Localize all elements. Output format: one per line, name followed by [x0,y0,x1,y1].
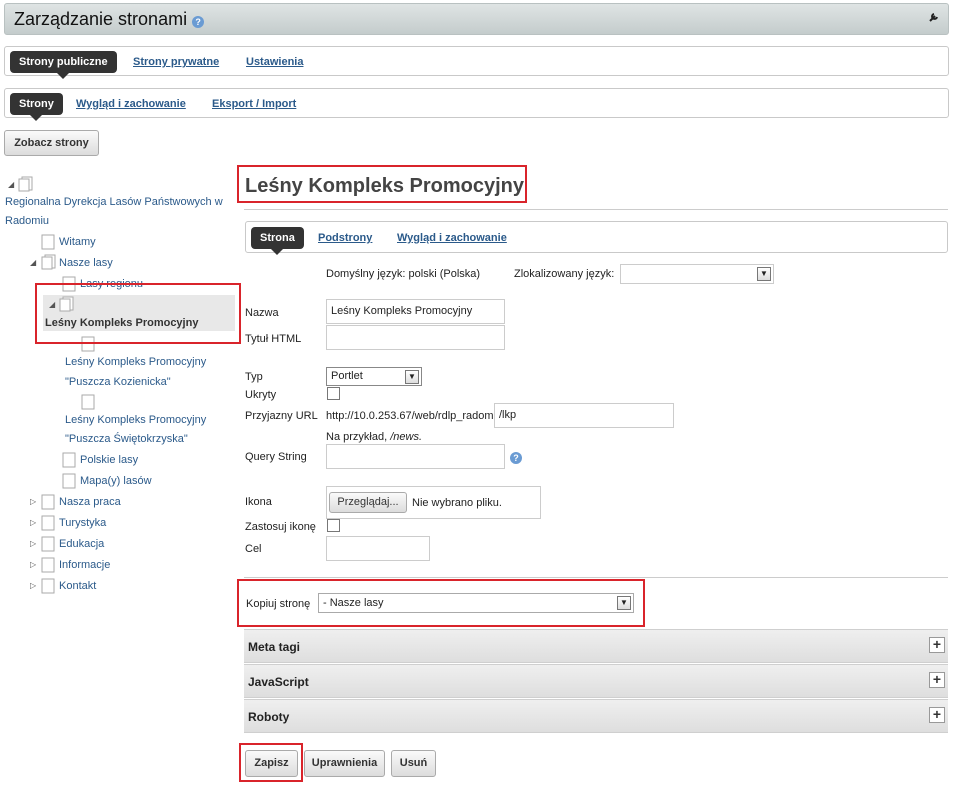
tab-export-import[interactable]: Eksport / Import [212,98,296,110]
delete-button[interactable]: Usuń [391,750,436,777]
tab-page-look[interactable]: Wygląd i zachowanie [397,232,507,244]
no-file-text: Nie wybrano pliku. [412,497,502,509]
tree-root-label[interactable]: Regionalna Dyrekcja Lasów Państwowych w [5,196,223,208]
panel-javascript[interactable]: JavaScript + [244,664,948,698]
wrench-icon[interactable] [928,11,940,26]
tab-public-pages[interactable]: Strony publiczne [10,51,117,79]
page-icon [41,578,55,597]
highlight-page-title [237,165,527,203]
tab-page[interactable]: Strona [251,227,304,255]
type-label: Typ [245,371,263,383]
collapse-icon[interactable]: ▷ [30,539,36,548]
tree-item-nasze-lasy[interactable]: Nasze lasy [59,257,113,269]
friendly-url-label: Przyjazny URL [245,410,318,422]
example-text: Na przykład, /news. [326,431,422,443]
tree-item-kozienicka[interactable]: Leśny Kompleks Promocyjny [65,356,206,368]
expand-icon[interactable]: ◢ [8,180,14,189]
localized-language-label: Zlokalizowany język: [514,268,615,280]
tree-item-edukacja[interactable]: Edukacja [59,538,104,550]
page-icon [41,494,55,513]
name-label: Nazwa [245,307,279,319]
tree-item-kontakt[interactable]: Kontakt [59,580,96,592]
plus-icon[interactable]: + [929,637,945,653]
collapse-icon[interactable]: ▷ [30,560,36,569]
expand-icon[interactable]: ◢ [30,258,36,267]
tree-item-nasza-praca[interactable]: Nasza praca [59,496,121,508]
permissions-button[interactable]: Uprawnienia [304,750,385,777]
icon-file-input[interactable]: Przeglądaj... Nie wybrano pliku. [326,486,541,519]
highlight-save-button [239,743,303,782]
highlight-selected-page [35,283,241,344]
chevron-down-icon: ▼ [405,370,419,384]
collapse-icon[interactable]: ▷ [30,497,36,506]
tree-item-mapa-lasow[interactable]: Mapa(y) lasów [80,475,152,487]
friendly-url-prefix: http://10.0.253.67/web/rdlp_radom [326,410,494,422]
tree-item-swietokrzyska-2[interactable]: "Puszcza Świętokrzyska" [65,433,188,445]
view-pages-button[interactable]: Zobacz strony [4,130,99,156]
divider [244,577,948,578]
folder-page-icon [41,254,57,273]
chevron-down-icon: ▼ [757,267,771,281]
panel-robots[interactable]: Roboty + [244,699,948,733]
highlight-copy-page [237,579,645,627]
tab-private-pages[interactable]: Strony prywatne [133,56,219,68]
top-tabs: Strony publiczne Strony prywatne Ustawie… [4,46,949,79]
html-title-input[interactable] [326,325,505,350]
page-icon [81,394,95,413]
tree-item-witamy[interactable]: Witamy [59,236,96,248]
help-icon[interactable]: ? [192,16,205,28]
apply-icon-checkbox[interactable] [327,519,340,532]
query-string-label: Query String [245,451,307,463]
plus-icon[interactable]: + [929,672,945,688]
html-title-label: Tytuł HTML [245,333,302,345]
site-icon [18,176,34,195]
query-string-input[interactable] [326,444,505,469]
tab-subpages[interactable]: Podstrony [318,232,372,244]
name-input[interactable]: Leśny Kompleks Promocyjny [326,299,505,324]
plus-icon[interactable]: + [929,707,945,723]
type-select[interactable]: Portlet ▼ [326,367,422,386]
tree-item-swietokrzyska[interactable]: Leśny Kompleks Promocyjny [65,414,206,426]
tab-look-and-feel[interactable]: Wygląd i zachowanie [76,98,186,110]
help-icon[interactable]: ? [510,452,522,464]
panel-meta-tags[interactable]: Meta tagi + [244,629,948,663]
localized-language-select[interactable]: ▼ [620,264,774,284]
friendly-url-input[interactable]: /lkp [494,403,674,428]
page-icon [41,557,55,576]
collapse-icon[interactable]: ▷ [30,581,36,590]
default-language: Domyślny język: polski (Polska) [326,268,481,280]
collapse-icon[interactable]: ▷ [30,518,36,527]
apply-icon-label: Zastosuj ikonę [245,521,316,533]
tree-root-label-2[interactable]: Radomiu [5,215,49,227]
target-input[interactable] [326,536,430,561]
page-icon [41,515,55,534]
tab-pages[interactable]: Strony [10,93,63,121]
page-icon [41,234,55,253]
page-icon [62,473,76,492]
tree-item-polskie-lasy[interactable]: Polskie lasy [80,454,138,466]
hidden-checkbox[interactable] [327,387,340,400]
browse-button[interactable]: Przeglądaj... [329,492,407,513]
page-icon [41,536,55,555]
tab-settings[interactable]: Ustawienia [246,56,303,68]
page-icon [62,452,76,471]
tree-item-kozienicka-2[interactable]: "Puszcza Kozienicka" [65,376,171,388]
secondary-tabs: Strony Wygląd i zachowanie Eksport / Imp… [4,88,949,121]
hidden-label: Ukryty [245,389,277,401]
divider [244,209,948,210]
title-bar: Zarządzanie stronami ? [4,3,949,35]
page-tabs: Strona Podstrony Wygląd i zachowanie [245,221,948,255]
target-label: Cel [245,543,262,555]
tree-item-turystyka[interactable]: Turystyka [59,517,106,529]
icon-label: Ikona [245,496,272,508]
page-heading: Zarządzanie stronami ? [14,9,205,30]
tree-item-informacje[interactable]: Informacje [59,559,110,571]
